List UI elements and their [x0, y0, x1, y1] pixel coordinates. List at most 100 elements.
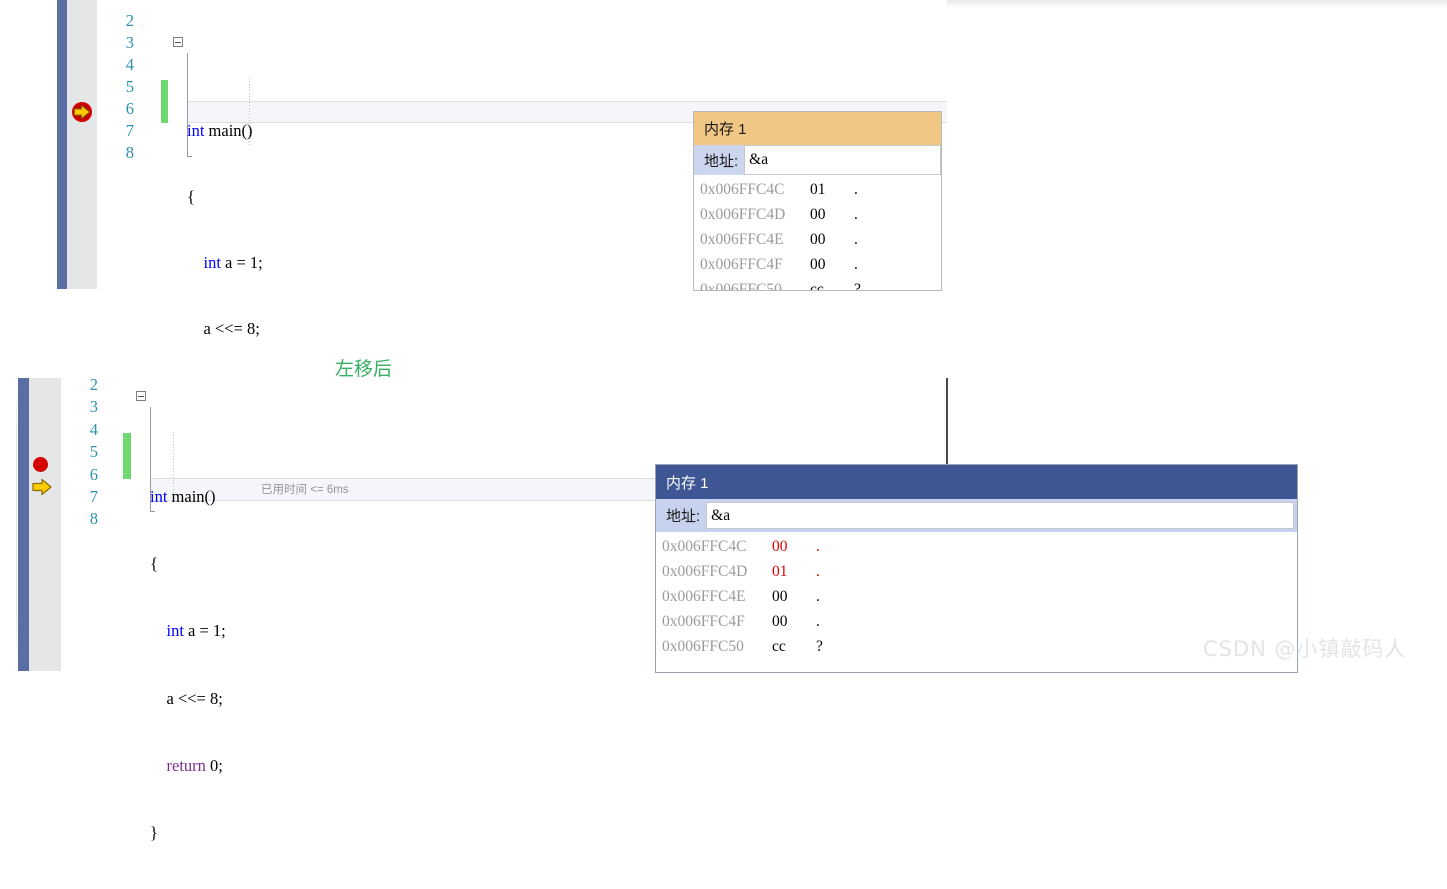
- memory-rows-top: 0x006FFC4C 01 . 0x006FFC4D 00 . 0x006FFC…: [694, 177, 941, 291]
- memory-char-value: .: [816, 538, 820, 555]
- code-token: }: [150, 823, 158, 843]
- code-token: a = 1;: [220, 253, 263, 272]
- code-token: int: [203, 253, 221, 272]
- memory-window-bottom[interactable]: 内存 1 地址: &a 0x006FFC4C 00 . 0x006FFC4D 0…: [655, 464, 1298, 673]
- memory-address: 0x006FFC4C: [700, 181, 785, 198]
- bottom-editor-line-numbers: 2 3 4 5 6 7 8: [71, 374, 98, 531]
- memory-char-value: ?: [854, 281, 861, 291]
- line-number: 3: [89, 397, 98, 417]
- memory-row: 0x006FFC4F 00 .: [656, 609, 1297, 634]
- code-token: return: [166, 755, 206, 775]
- memory-row: 0x006FFC50 cc ?: [694, 277, 941, 291]
- code-token: {: [187, 187, 195, 206]
- line-number: 5: [125, 77, 134, 96]
- memory-row: 0x006FFC4C 00 .: [656, 534, 1297, 559]
- code-line: {: [150, 553, 226, 575]
- bottom-editor-change-bar: [123, 433, 131, 479]
- bottom-editor-right-edge: [946, 378, 948, 477]
- memory-window-title-text: 内存 1: [666, 474, 709, 492]
- memory-char-value: .: [854, 206, 858, 223]
- line-number: 6: [89, 464, 98, 484]
- line-number: 4: [125, 55, 134, 74]
- code-token: int: [187, 121, 205, 140]
- memory-window-title-bottom: 内存 1: [656, 465, 1297, 499]
- memory-row: 0x006FFC50 cc ?: [656, 634, 1297, 659]
- line-number: 4: [89, 419, 98, 439]
- memory-address: 0x006FFC4F: [700, 256, 783, 273]
- code-line: int main(): [150, 486, 226, 508]
- line-number: 5: [89, 442, 98, 462]
- collapse-fold-icon[interactable]: [173, 37, 183, 47]
- line-number: 2: [89, 375, 98, 394]
- breakpoint-icon[interactable]: [33, 457, 48, 472]
- code-line: int a = 1;: [187, 252, 263, 274]
- address-input[interactable]: &a: [706, 502, 1294, 529]
- memory-row: 0x006FFC4F 00 .: [694, 252, 941, 277]
- memory-window-top[interactable]: 内存 1 地址: &a 0x006FFC4C 01 . 0x006FFC4D 0…: [693, 111, 942, 291]
- code-line: a <<= 8;: [187, 318, 263, 340]
- memory-hex-value: cc: [810, 281, 824, 291]
- memory-char-value: .: [816, 563, 820, 580]
- csdn-watermark: CSDN @小镇敲码人: [1203, 637, 1407, 661]
- address-label: 地址:: [704, 152, 739, 170]
- memory-address: 0x006FFC4D: [662, 563, 748, 580]
- code-token: a <<= 8;: [150, 688, 223, 708]
- line-number: 8: [125, 143, 134, 162]
- bottom-editor-breakpoint-margin[interactable]: [29, 378, 61, 671]
- code-token: int: [150, 487, 168, 507]
- code-line: a <<= 8;: [150, 688, 226, 710]
- memory-hex-value: 00: [772, 588, 788, 605]
- memory-address: 0x006FFC50: [662, 638, 744, 655]
- memory-address: 0x006FFC4F: [662, 613, 745, 630]
- code-token: {: [150, 554, 158, 574]
- bottom-editor-code[interactable]: int main() { int a = 1; a <<= 8; return …: [150, 374, 226, 889]
- memory-char-value: .: [816, 588, 820, 605]
- code-line: int main(): [187, 120, 263, 142]
- code-line: return 0;: [150, 755, 226, 777]
- memory-window-title-text: 内存 1: [704, 121, 747, 138]
- memory-row: 0x006FFC4D 00 .: [694, 202, 941, 227]
- top-editor-breakpoint-margin[interactable]: [67, 0, 97, 289]
- memory-hex-value: 00: [810, 231, 826, 248]
- current-statement-arrow-icon[interactable]: [31, 478, 53, 496]
- breakpoint-dot: [33, 457, 48, 472]
- memory-hex-value: cc: [772, 638, 786, 655]
- memory-row: 0x006FFC4D 01 .: [656, 559, 1297, 584]
- memory-address-bar-bottom: 地址: &a: [656, 499, 1297, 532]
- line-number: 7: [125, 121, 134, 140]
- memory-char-value: .: [816, 613, 820, 630]
- bottom-editor-selection-bar: [18, 378, 29, 671]
- line-number: 6: [125, 99, 134, 118]
- memory-row: 0x006FFC4E 00 .: [694, 227, 941, 252]
- line-number: 7: [89, 487, 98, 507]
- code-token: a = 1;: [183, 621, 226, 641]
- line-number: 8: [89, 509, 98, 529]
- memory-address: 0x006FFC4D: [700, 206, 786, 223]
- code-token: a <<= 8;: [187, 319, 260, 338]
- memory-hex-value: 00: [810, 206, 826, 223]
- memory-hex-value: 00: [772, 538, 788, 555]
- memory-hex-value: 00: [810, 256, 826, 273]
- memory-hex-value: 01: [772, 563, 788, 580]
- memory-hex-value: 00: [772, 613, 788, 630]
- memory-row: 0x006FFC4C 01 .: [694, 177, 941, 202]
- code-token: int: [166, 621, 184, 641]
- current-statement-on-breakpoint-icon[interactable]: [71, 101, 93, 123]
- code-token: 0;: [205, 755, 223, 775]
- code-line: {: [187, 186, 263, 208]
- line-number: 3: [125, 33, 134, 52]
- elapsed-time-annotation: 已用时间 <= 6ms: [261, 484, 349, 496]
- memory-char-value: ?: [816, 638, 823, 655]
- top-editor-line-numbers: 2 3 4 5 6 7 8: [109, 10, 134, 164]
- top-editor-selection-bar: [57, 0, 67, 289]
- memory-address-bar-top: 地址: &a: [694, 145, 941, 175]
- memory-char-value: .: [854, 256, 858, 273]
- address-input[interactable]: &a: [744, 145, 941, 175]
- collapse-fold-icon[interactable]: [136, 391, 146, 401]
- code-token: main(): [167, 487, 216, 507]
- bottom-window-left-edge: [16, 375, 17, 671]
- code-token: main(): [204, 121, 253, 140]
